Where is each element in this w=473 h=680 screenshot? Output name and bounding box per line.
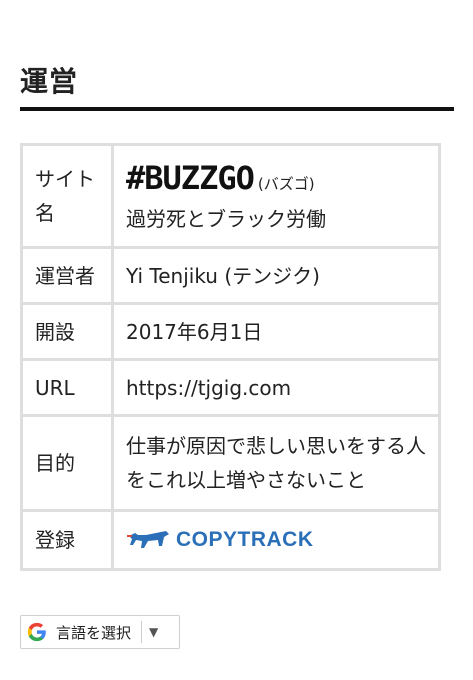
table-row-opened: 開設 2017年6月1日 <box>20 302 441 361</box>
purpose-value: 仕事が原因で悲しい思いをする人をこれ以上増やさないこと <box>111 414 441 512</box>
copytrack-logo[interactable]: COPYTRACK <box>126 523 426 557</box>
register-label: 登録 <box>20 509 114 571</box>
site-name-label: サイト名 <box>20 143 114 249</box>
operator-label: 運営者 <box>20 246 114 305</box>
table-row-register: 登録 COPYTRACK <box>20 509 441 571</box>
site-name-value: #BUZZGO (バズゴ) 過労死とブラック労働 <box>111 143 441 249</box>
table-row-operator: 運営者 Yi Tenjiku (テンジク) <box>20 246 441 305</box>
purpose-label: 目的 <box>20 414 114 512</box>
opened-value: 2017年6月1日 <box>111 302 441 361</box>
opened-label: 開設 <box>20 302 114 361</box>
brand-reading: (バズゴ) <box>257 175 315 193</box>
url-value: https://tjgig.com <box>111 358 441 417</box>
site-tagline: 過労死とブラック労働 <box>126 207 326 231</box>
copytrack-logo-text: COPYTRACK <box>176 528 314 551</box>
language-select[interactable]: 言語を選択 ▼ <box>20 615 180 649</box>
google-g-icon <box>27 622 46 642</box>
language-select-divider <box>141 621 143 643</box>
section-title: 運営 <box>20 65 79 98</box>
operator-value: Yi Tenjiku (テンジク) <box>111 246 441 305</box>
title-underline <box>20 107 454 111</box>
dropdown-arrow-icon: ▼ <box>149 625 159 639</box>
table-row-purpose: 目的 仕事が原因で悲しい思いをする人をこれ以上増やさないこと <box>20 414 441 512</box>
table-row-site-name: サイト名 #BUZZGO (バズゴ) 過労死とブラック労働 <box>20 143 441 249</box>
brand-name: #BUZZGO <box>126 159 255 197</box>
url-label: URL <box>20 358 114 417</box>
operation-info-table: サイト名 #BUZZGO (バズゴ) 過労死とブラック労働 運営者 Yi Ten… <box>20 143 441 571</box>
register-value: COPYTRACK <box>111 509 441 571</box>
table-row-url: URL https://tjgig.com <box>20 358 441 417</box>
language-select-label: 言語を選択 <box>56 623 132 642</box>
dog-icon <box>127 531 169 548</box>
